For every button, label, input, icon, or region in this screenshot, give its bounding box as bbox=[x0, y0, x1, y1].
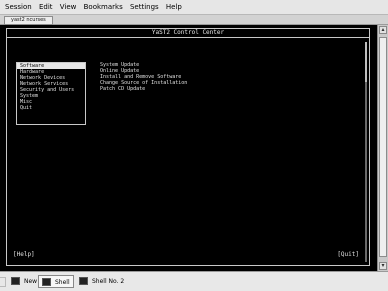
terminal-icon bbox=[79, 277, 88, 285]
terminal-scrollbar[interactable]: ▴ ▾ bbox=[377, 25, 388, 271]
dialog-scroll-thumb[interactable] bbox=[365, 42, 367, 82]
menu-bookmarks[interactable]: Bookmarks bbox=[84, 3, 123, 11]
session-tab[interactable]: yast2 ncurses bbox=[4, 16, 53, 25]
terminal-scroll-thumb[interactable] bbox=[379, 37, 387, 257]
dialog-titlebar: YaST2 Control Center bbox=[7, 29, 369, 38]
terminal-area[interactable]: YaST2 Control Center Software Hardware N… bbox=[0, 25, 377, 271]
help-button[interactable]: [Help] bbox=[13, 252, 35, 258]
quit-button[interactable]: [Quit] bbox=[337, 252, 359, 258]
tab-new[interactable]: New bbox=[8, 275, 40, 288]
control-center-dialog: YaST2 Control Center Software Hardware N… bbox=[6, 28, 370, 266]
menu-bar: Session Edit View Bookmarks Settings Hel… bbox=[0, 0, 388, 15]
dialog-title: YaST2 Control Center bbox=[151, 29, 225, 36]
tab-separator bbox=[0, 277, 6, 287]
session-tabbar: New Shell Shell No. 2 bbox=[0, 271, 388, 291]
module-list[interactable]: System Update Online Update Install and … bbox=[100, 62, 187, 92]
dialog-scrollbar[interactable] bbox=[365, 42, 367, 262]
category-list[interactable]: Software Hardware Network Devices Networ… bbox=[16, 62, 86, 125]
tab-shell-2[interactable]: Shell No. 2 bbox=[76, 275, 127, 288]
tab-shell-label: Shell bbox=[55, 279, 70, 286]
tab-shell-2-label: Shell No. 2 bbox=[92, 278, 125, 285]
category-quit[interactable]: Quit bbox=[17, 105, 85, 111]
scroll-up-icon[interactable]: ▴ bbox=[379, 26, 387, 34]
menu-edit[interactable]: Edit bbox=[39, 3, 53, 11]
menu-settings[interactable]: Settings bbox=[130, 3, 159, 11]
tab-shell[interactable]: Shell bbox=[38, 275, 74, 288]
menu-help[interactable]: Help bbox=[166, 3, 182, 11]
tab-new-label: New bbox=[24, 278, 38, 285]
module-patch-cd-update[interactable]: Patch CD Update bbox=[100, 86, 187, 92]
session-tab-strip: yast2 ncurses bbox=[0, 15, 388, 25]
menu-view[interactable]: View bbox=[60, 3, 77, 11]
menu-session[interactable]: Session bbox=[5, 3, 32, 11]
new-tab-icon bbox=[11, 277, 20, 285]
scroll-down-icon[interactable]: ▾ bbox=[379, 262, 387, 270]
terminal-icon bbox=[42, 278, 51, 286]
